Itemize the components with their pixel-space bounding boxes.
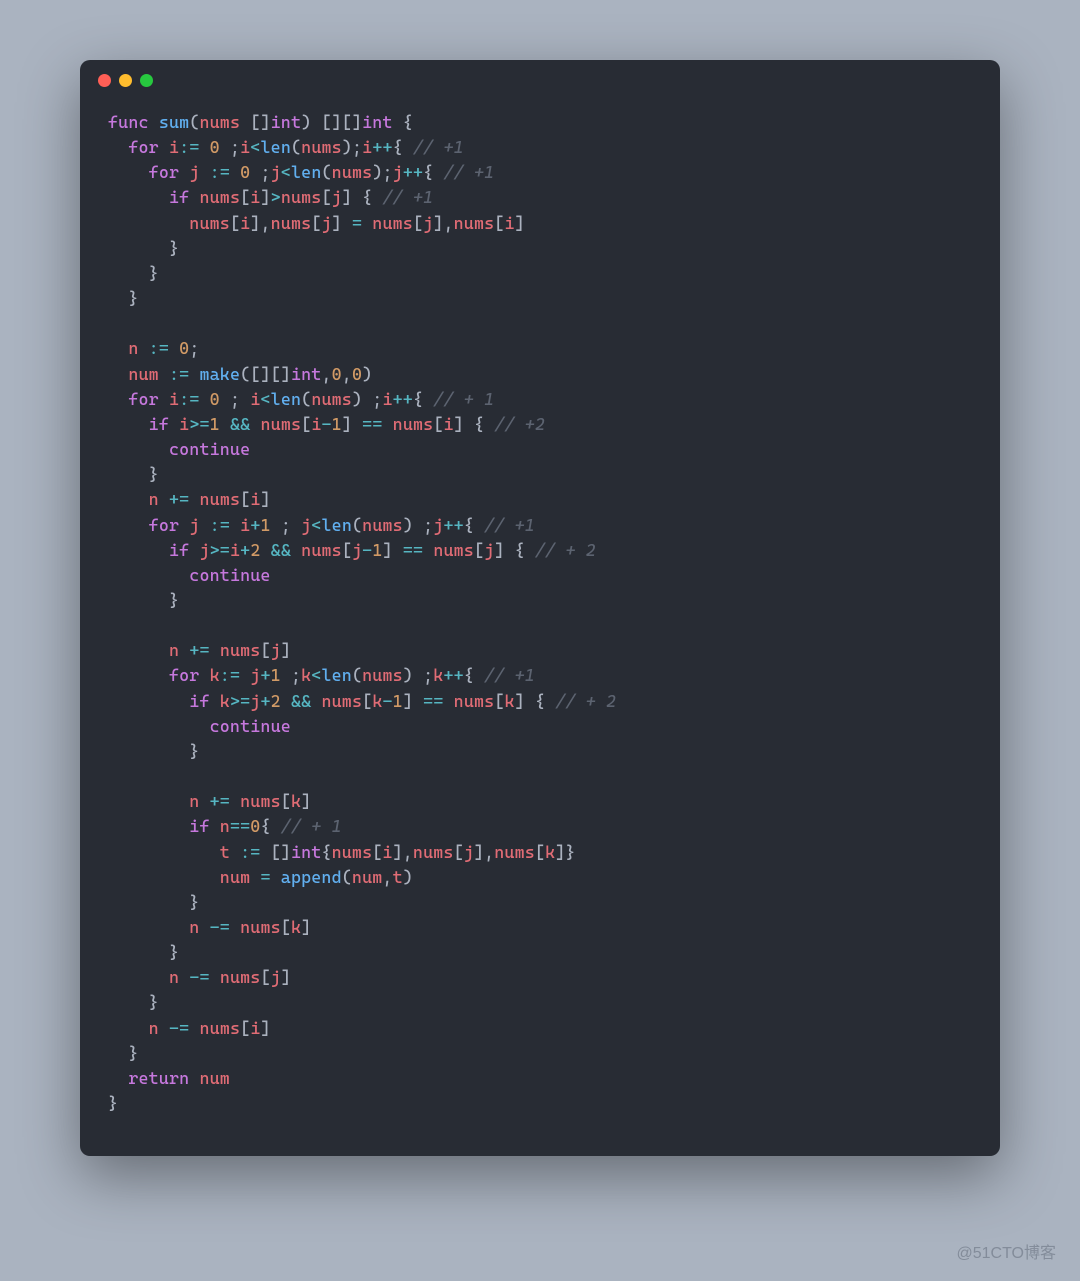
code-window: func sum(nums []int) [][]int { for i:= 0… (80, 60, 1000, 1156)
window-titlebar (80, 60, 1000, 100)
code-content: func sum(nums []int) [][]int { for i:= 0… (80, 100, 1000, 1126)
close-icon[interactable] (98, 74, 111, 87)
maximize-icon[interactable] (140, 74, 153, 87)
minimize-icon[interactable] (119, 74, 132, 87)
watermark-text: @51CTO博客 (956, 1239, 1056, 1263)
